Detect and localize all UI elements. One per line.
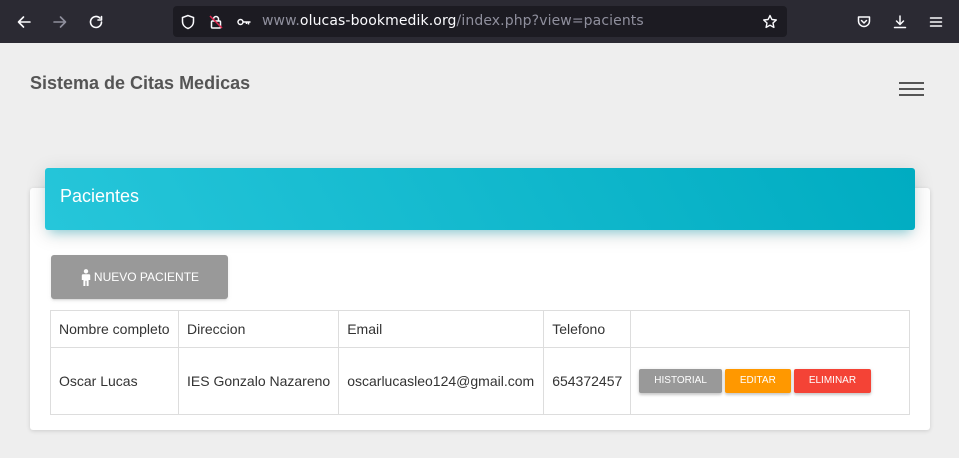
url-path: /index.php?view=pacients bbox=[456, 13, 644, 29]
pocket-icon[interactable] bbox=[852, 10, 876, 34]
col-header-email: Email bbox=[338, 310, 545, 348]
url-bar[interactable]: www.olucas-bookmedik.org/index.php?view=… bbox=[173, 6, 787, 37]
download-icon[interactable] bbox=[888, 10, 912, 34]
cell-address: IES Gonzalo Nazareno bbox=[177, 347, 340, 415]
col-header-address: Direccion bbox=[177, 310, 340, 348]
forward-arrow-icon[interactable] bbox=[48, 10, 72, 34]
col-header-actions bbox=[630, 310, 910, 348]
hamburger-menu-icon[interactable] bbox=[924, 10, 948, 34]
table-row: Oscar Lucas IES Gonzalo Nazareno oscarlu… bbox=[50, 347, 910, 415]
cell-email: oscarlucasleo124@gmail.com bbox=[338, 347, 545, 415]
nav-toggle-icon[interactable] bbox=[899, 80, 925, 98]
cell-actions: HISTORIAL EDITAR ELIMINAR bbox=[630, 347, 910, 415]
browser-toolbar: www.olucas-bookmedik.org/index.php?view=… bbox=[0, 0, 959, 43]
url-host: olucas-bookmedik.org bbox=[299, 13, 457, 29]
shield-icon[interactable] bbox=[179, 13, 197, 31]
card-title: Pacientes bbox=[60, 186, 140, 206]
new-patient-button[interactable]: NUEVO PACIENTE bbox=[51, 255, 228, 299]
new-patient-label: NUEVO PACIENTE bbox=[93, 270, 200, 284]
edit-button[interactable]: EDITAR bbox=[724, 369, 791, 393]
back-arrow-icon[interactable] bbox=[12, 10, 36, 34]
star-icon[interactable] bbox=[761, 13, 779, 31]
patients-table: Nombre completo Direccion Email Telefono… bbox=[50, 310, 910, 415]
key-icon[interactable] bbox=[235, 13, 253, 31]
card-header: Pacientes bbox=[45, 168, 915, 230]
person-icon bbox=[81, 268, 91, 286]
col-header-name: Nombre completo bbox=[50, 310, 179, 348]
col-header-phone: Telefono bbox=[543, 310, 632, 348]
url-text[interactable]: www.olucas-bookmedik.org/index.php?view=… bbox=[262, 13, 644, 29]
url-prefix: www. bbox=[262, 13, 300, 29]
cell-name: Oscar Lucas bbox=[50, 347, 179, 415]
table-header-row: Nombre completo Direccion Email Telefono bbox=[50, 310, 910, 348]
lock-slash-icon[interactable] bbox=[207, 13, 225, 31]
app-brand[interactable]: Sistema de Citas Medicas bbox=[30, 73, 250, 94]
historial-button[interactable]: HISTORIAL bbox=[639, 369, 722, 393]
cell-phone: 654372457 bbox=[543, 347, 632, 415]
delete-button[interactable]: ELIMINAR bbox=[793, 369, 872, 393]
reload-icon[interactable] bbox=[84, 10, 108, 34]
